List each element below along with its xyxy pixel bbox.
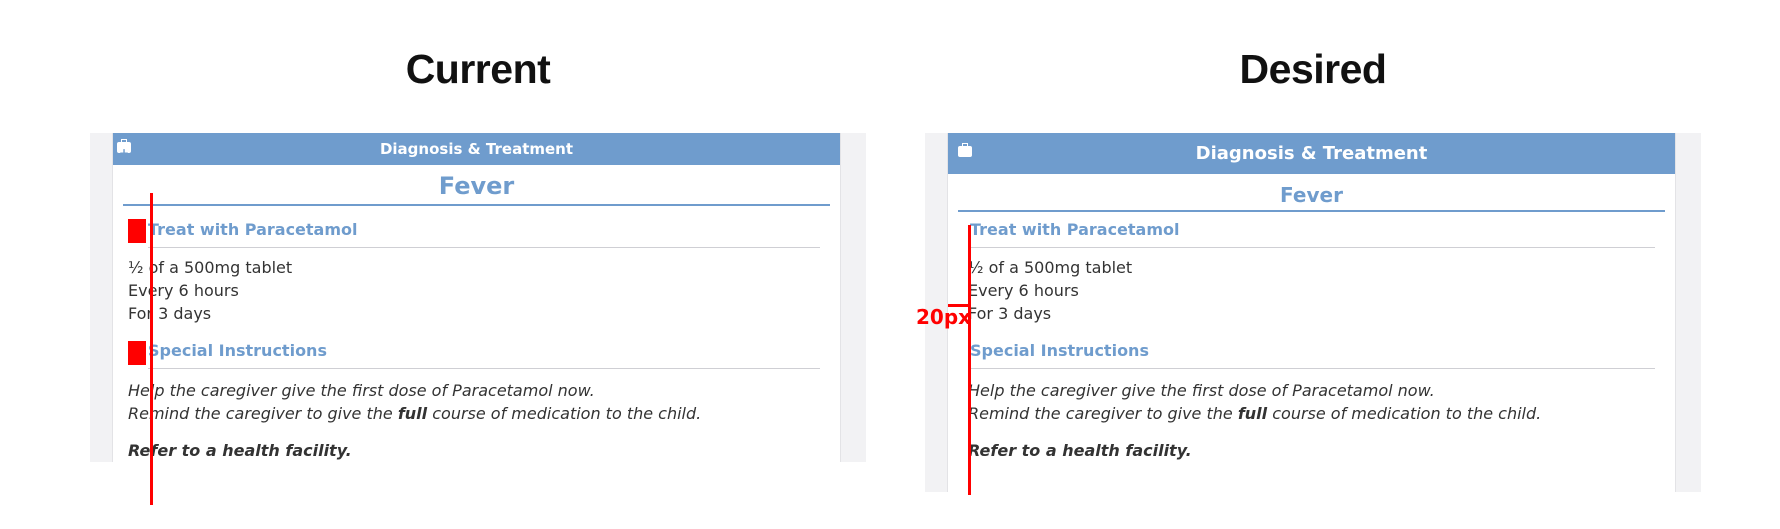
instruction-text: Remind the caregiver to give the [128,404,398,423]
alignment-guide [150,193,153,505]
diagnosis-title: Fever [958,183,1665,212]
section-instructions-title: Special Instructions [148,341,820,369]
dose-line: ½ of a 500mg tablet [968,258,1133,277]
instruction-text: course of medication to the child. [1267,404,1542,423]
red-marker [128,341,146,365]
section-treat-title: Treat with Paracetamol [148,220,820,248]
medical-kit-icon[interactable] [117,137,131,169]
frequency-line: Every 6 hours [128,281,239,300]
alignment-guide [968,225,971,495]
heading-desired: Desired [1239,46,1387,92]
diagnosis-title: Fever [123,172,830,206]
title-bar-label: Diagnosis & Treatment [379,140,574,158]
medical-kit-icon[interactable] [958,141,972,182]
duration-line: For 3 days [968,304,1052,323]
instruction-emphasis: full [1237,404,1268,423]
title-bar-label: Diagnosis & Treatment [1195,143,1428,164]
instruction-line: Remind the caregiver to give the full co… [968,404,1541,423]
title-bar: Diagnosis & Treatment [113,133,840,169]
title-bar: Diagnosis & Treatment [948,133,1675,182]
instruction-line: Help the caregiver give the first dose o… [128,381,595,400]
panel-desired: Diagnosis & Treatment Fever Treat with P… [925,133,1701,492]
instruction-line: Help the caregiver give the first dose o… [968,381,1435,400]
heading-current: Current [405,46,551,92]
refer-line: Refer to a health facility. [128,441,352,460]
refer-line: Refer to a health facility. [968,441,1192,460]
frequency-line: Every 6 hours [968,281,1079,300]
measure-label: 20px [916,305,972,329]
duration-line: For 3 days [128,304,212,323]
instruction-text: course of medication to the child. [427,404,702,423]
card-desired: Diagnosis & Treatment Fever Treat with P… [947,133,1676,492]
section-instructions-title: Special Instructions [970,341,1655,369]
instruction-line: Remind the caregiver to give the full co… [128,404,701,423]
instruction-text: Remind the caregiver to give the [968,404,1238,423]
red-marker [128,219,146,243]
instruction-emphasis: full [397,404,428,423]
card-current: Diagnosis & Treatment Fever Treat with P… [112,133,841,462]
panel-current: Diagnosis & Treatment Fever Treat with P… [90,133,866,462]
section-treat-title: Treat with Paracetamol [970,220,1655,248]
